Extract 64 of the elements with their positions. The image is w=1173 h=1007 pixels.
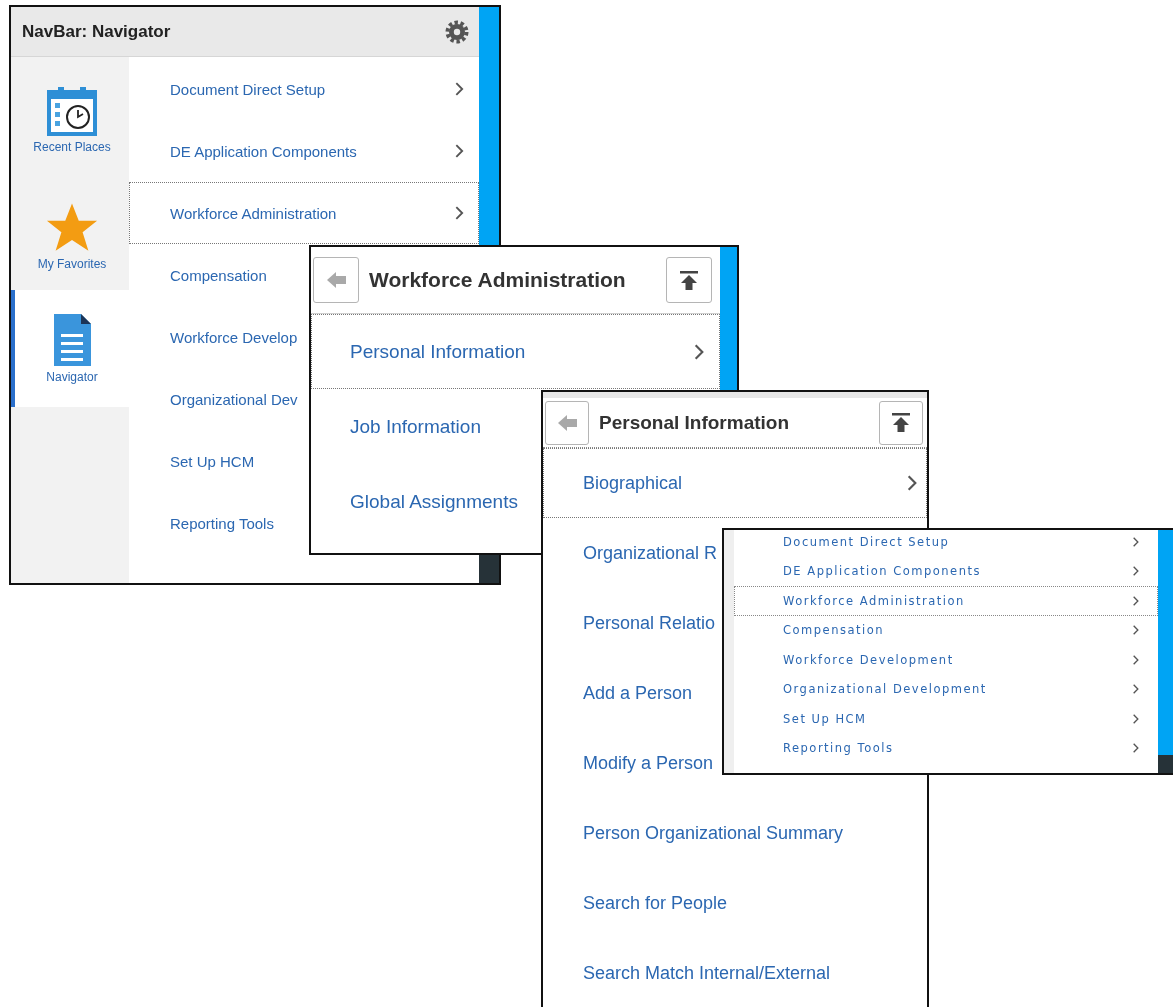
scroll-top-button[interactable]	[879, 400, 923, 445]
scrollbar-end	[1158, 755, 1173, 773]
menu-item-label: Job Information	[350, 415, 481, 438]
menu-item-label: Search Match Internal/External	[583, 962, 831, 984]
left-arrow-icon	[325, 271, 347, 289]
menu-item-label: Organizational Development	[783, 682, 987, 697]
menu-item-label: Workforce Develop	[170, 328, 298, 346]
menu-item-label: DE Application Components	[170, 142, 357, 160]
menu-item[interactable]: Document Direct Setup	[734, 530, 1158, 557]
panel-title: Personal Information	[599, 411, 790, 434]
menu-item[interactable]: Organizational Development	[734, 674, 1158, 704]
menu-item-label: Global Assignments	[350, 490, 518, 513]
menu-item[interactable]: Search Match Internal/External	[543, 938, 927, 1007]
menu-item[interactable]: Set Up HCM	[734, 704, 1158, 734]
settings-icon[interactable]	[445, 19, 469, 44]
menu-item-label: Workforce Administration	[783, 593, 965, 608]
menu-item[interactable]: Workforce Administration	[734, 586, 1158, 616]
menu-item[interactable]: Reporting Tools	[734, 733, 1158, 763]
menu-item[interactable]: DE Application Components	[734, 556, 1158, 586]
menu-item-label: Personal Information	[350, 340, 526, 363]
sidebar-tile[interactable]: Recent Places	[11, 57, 129, 182]
menu-item[interactable]: Organizational Dev	[129, 368, 309, 430]
menu-item[interactable]: Set Up HCM	[129, 430, 309, 492]
menu-item-label: Biographical	[583, 472, 683, 494]
top-arrow-icon	[680, 270, 698, 290]
menu-item-label: Compensation	[783, 623, 884, 638]
panel-title: Workforce Administration	[369, 268, 626, 292]
menu-item[interactable]: Job Information	[311, 389, 541, 464]
menu-item[interactable]: Biographical	[543, 448, 927, 518]
menu-item[interactable]: Compensation	[734, 615, 1158, 645]
menu-item[interactable]: Document Direct Setup	[129, 58, 479, 120]
tile-label: Navigator	[46, 369, 98, 384]
menu-item-label: Reporting Tools	[783, 741, 894, 756]
menu-item-label: Search for People	[583, 892, 728, 914]
menu-item[interactable]: DE Application Components	[129, 120, 479, 182]
panel-title: NavBar: Navigator	[22, 21, 171, 42]
menu-item-label: Person Organizational Summary	[583, 822, 844, 844]
menu-item-label: Organizational Dev	[170, 390, 298, 408]
top-arrow-icon	[892, 413, 910, 433]
menu-item-label: Document Direct Setup	[783, 534, 950, 549]
menu-item-label: Reporting Tools	[170, 514, 274, 532]
menu-item-label: Set Up HCM	[170, 452, 255, 470]
menu-item-label: Workforce Administration	[170, 204, 337, 222]
scroll-top-button[interactable]	[666, 257, 712, 303]
menu-item-label: DE Application Components	[783, 564, 981, 579]
menu-item[interactable]: Person Organizational Summary	[543, 798, 927, 868]
menu-item[interactable]: Compensation	[129, 244, 309, 306]
calendar-clock-icon	[46, 85, 98, 136]
tile-label: Recent Places	[33, 139, 111, 154]
scrollbar-end	[479, 555, 499, 583]
menu-item-label: Compensation	[170, 266, 267, 284]
menu-item-label: Workforce Development	[783, 652, 954, 667]
left-arrow-icon	[556, 413, 578, 432]
document-icon	[51, 313, 93, 366]
menu-item[interactable]: Global Assignments	[311, 464, 541, 539]
menu-item-label: Set Up HCM	[783, 711, 867, 726]
sidebar-tile[interactable]: My Favorites	[11, 182, 129, 290]
menu-item[interactable]: Reporting Tools	[129, 492, 309, 554]
tile-label: My Favorites	[37, 257, 107, 271]
sidebar-tile[interactable]: Navigator	[11, 290, 129, 407]
menu-item[interactable]: Workforce Development	[734, 645, 1158, 675]
menu-item-label: Document Direct Setup	[170, 80, 326, 98]
menu-item[interactable]: Workforce Develop	[129, 306, 309, 368]
menu-item[interactable]: Search for People	[543, 868, 927, 938]
